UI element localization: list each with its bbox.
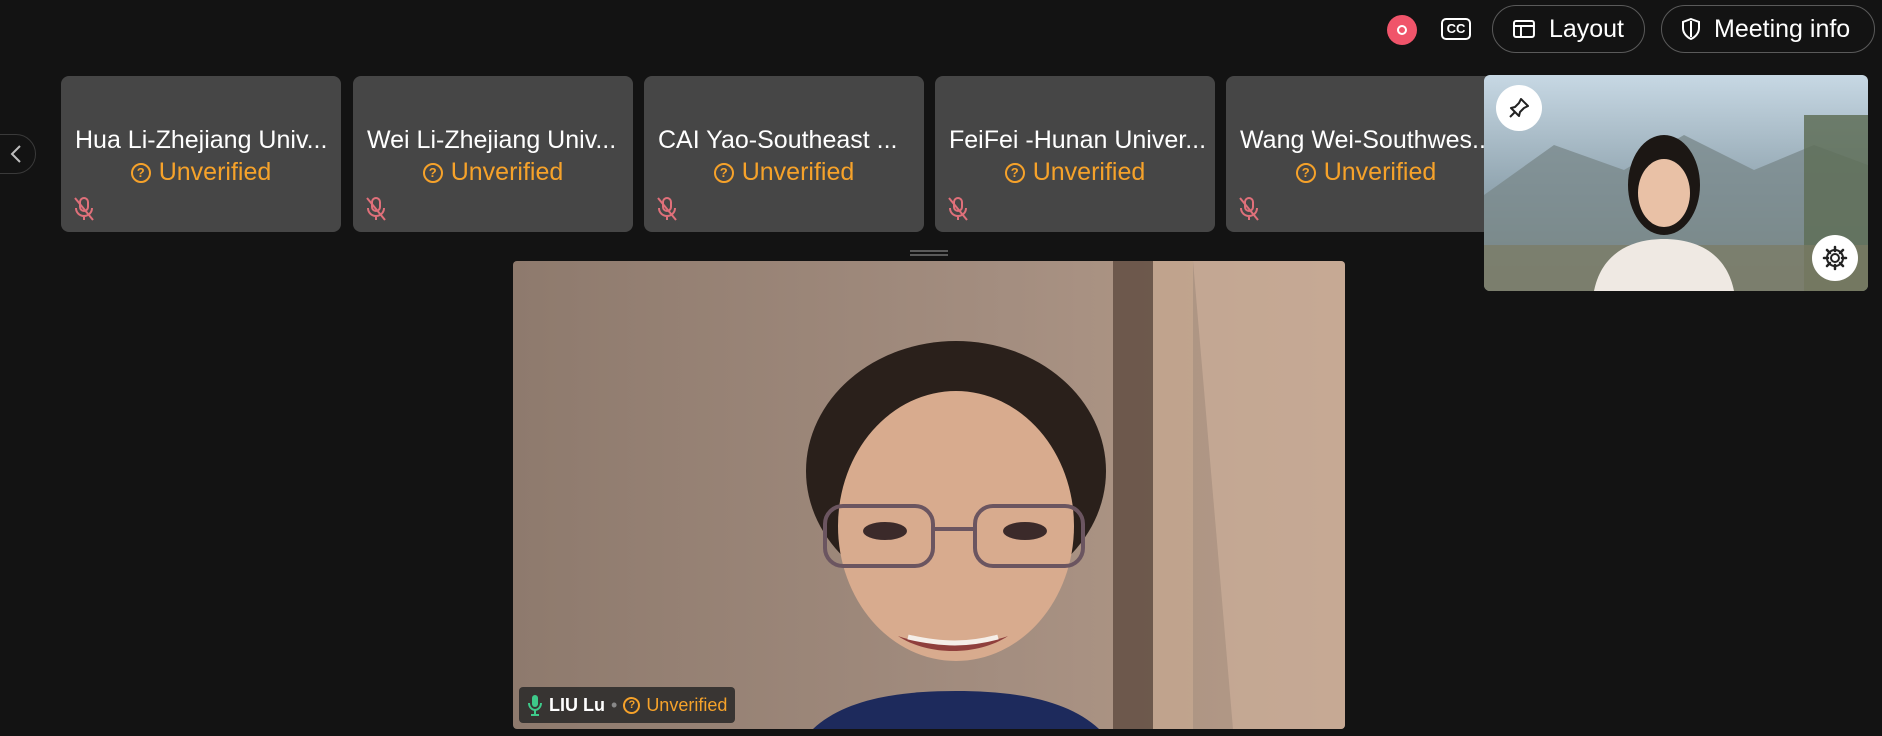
recording-icon xyxy=(1397,25,1407,35)
recording-indicator[interactable] xyxy=(1387,15,1417,45)
question-icon: ? xyxy=(623,696,641,714)
microphone-muted-icon xyxy=(657,197,677,221)
question-icon: ? xyxy=(1295,162,1316,183)
layout-label: Layout xyxy=(1548,14,1624,43)
closed-captions-button[interactable]: CC xyxy=(1440,17,1472,41)
gear-icon xyxy=(1822,245,1848,271)
meeting-info-label: Meeting info xyxy=(1714,14,1851,43)
participant-tile[interactable]: Wang Wei-Southwes... ? Unverified xyxy=(1226,76,1506,232)
speaker-video-feed xyxy=(513,261,1345,729)
status-label: Unverified xyxy=(450,158,564,186)
verification-status: ? Unverified xyxy=(353,158,633,187)
speaker-name: LIU Lu xyxy=(549,694,605,715)
video-settings-button[interactable] xyxy=(1812,235,1858,281)
status-label: Unverified xyxy=(1323,158,1437,186)
main-speaker-video[interactable]: LIU Lu • ? Unverified xyxy=(513,261,1345,729)
previous-participants-button[interactable] xyxy=(0,134,36,174)
participant-name: CAI Yao-Southeast ... xyxy=(658,126,898,154)
question-icon: ? xyxy=(130,162,151,183)
closed-captions-icon: CC xyxy=(1440,18,1472,40)
participant-name: Wang Wei-Southwes... xyxy=(1240,126,1493,154)
verification-status: ? Unverified xyxy=(61,158,341,187)
shield-icon xyxy=(1682,18,1700,40)
participant-name: Hua Li-Zhejiang Univ... xyxy=(75,126,328,154)
microphone-muted-icon xyxy=(948,197,968,221)
verification-status: ? Unverified xyxy=(644,158,924,187)
microphone-muted-icon xyxy=(1239,197,1259,221)
pin-button[interactable] xyxy=(1496,85,1542,131)
separator-dot: • xyxy=(611,694,618,715)
verification-status: ? Unverified xyxy=(1226,158,1506,187)
question-icon: ? xyxy=(713,162,734,183)
participant-name: FeiFei -Hunan Univer... xyxy=(949,126,1207,154)
question-icon: ? xyxy=(422,162,443,183)
verification-status: ? Unverified xyxy=(935,158,1215,187)
microphone-muted-icon xyxy=(74,197,94,221)
participant-tile[interactable]: CAI Yao-Southeast ... ? Unverified xyxy=(644,76,924,232)
question-icon: ? xyxy=(1004,162,1025,183)
layout-icon xyxy=(1513,20,1535,38)
pin-icon xyxy=(1509,98,1529,118)
status-label: Unverified xyxy=(1032,158,1146,186)
speaker-name-tag: LIU Lu • ? Unverified xyxy=(519,687,736,723)
resize-handle[interactable] xyxy=(910,249,948,257)
layout-button[interactable]: Layout xyxy=(1492,5,1645,53)
status-label: Unverified xyxy=(158,158,272,186)
speaker-status: Unverified xyxy=(646,694,728,715)
participant-tile[interactable]: FeiFei -Hunan Univer... ? Unverified xyxy=(935,76,1215,232)
microphone-icon xyxy=(528,695,542,716)
participant-tile[interactable]: Wei Li-Zhejiang Univ... ? Unverified xyxy=(353,76,633,232)
meeting-info-button[interactable]: Meeting info xyxy=(1661,5,1875,53)
participant-name: Wei Li-Zhejiang Univ... xyxy=(367,126,617,154)
status-label: Unverified xyxy=(741,158,855,186)
chevron-left-icon xyxy=(10,145,21,163)
self-view-video[interactable] xyxy=(1484,75,1868,291)
participant-tile[interactable]: Hua Li-Zhejiang Univ... ? Unverified xyxy=(61,76,341,232)
microphone-muted-icon xyxy=(366,197,386,221)
